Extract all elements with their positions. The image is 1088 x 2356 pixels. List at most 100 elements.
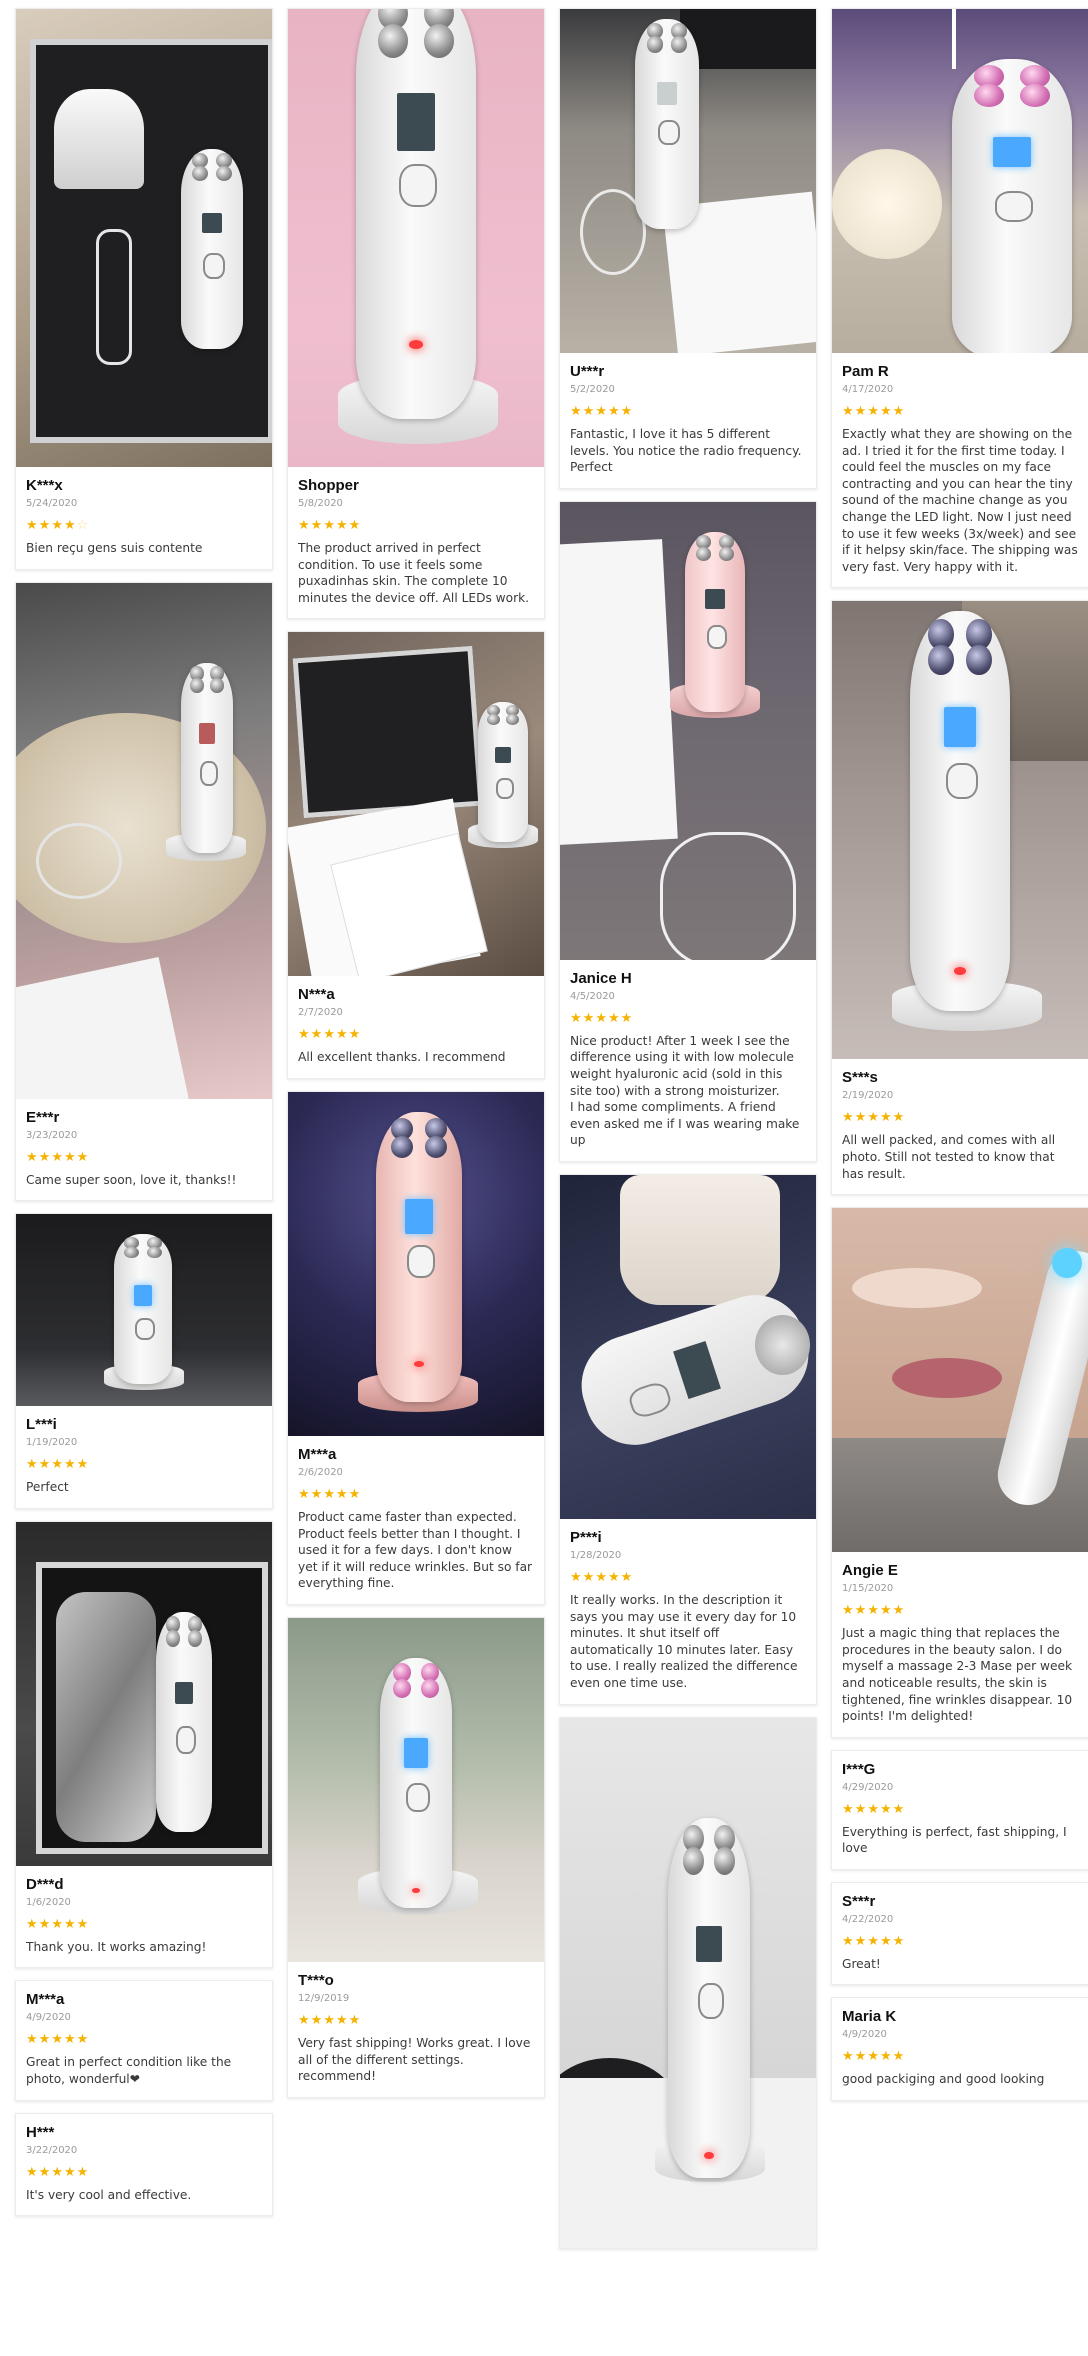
review-photo[interactable] bbox=[16, 9, 272, 467]
review-text: Very fast shipping! Works great. I love … bbox=[298, 2035, 531, 2084]
review-card[interactable]: U***r 5/2/2020 ★★★★★ Fantastic, I love i… bbox=[559, 8, 817, 489]
review-photo[interactable] bbox=[16, 1214, 272, 1407]
star-filled-icon: ★ bbox=[620, 1569, 634, 1585]
star-filled-icon: ★ bbox=[867, 1603, 880, 1619]
review-card[interactable]: E***r 3/23/2020 ★★★★★ Came super soon, l… bbox=[15, 581, 273, 1202]
star-filled-icon: ★ bbox=[51, 1457, 64, 1473]
review-card[interactable] bbox=[559, 1716, 817, 2249]
review-photo[interactable] bbox=[288, 1617, 544, 1962]
review-date: 1/28/2020 bbox=[570, 1549, 622, 1561]
star-filled-icon: ★ bbox=[335, 1486, 349, 1502]
star-filled-icon: ★ bbox=[879, 1603, 893, 1619]
review-card[interactable]: K***x 5/24/2020 ★★★★☆ Bien reçu gens sui… bbox=[15, 8, 273, 570]
star-filled-icon: ★ bbox=[310, 1027, 324, 1043]
review-photo[interactable] bbox=[560, 9, 816, 353]
review-text: Everything is perfect, fast shipping, I … bbox=[842, 1824, 1067, 1856]
review-date: 4/22/2020 bbox=[842, 1913, 894, 1925]
star-filled-icon: ★ bbox=[298, 2012, 311, 2028]
review-card[interactable]: S***s 2/19/2020 ★★★★★ All well packed, a… bbox=[831, 600, 1088, 1196]
star-filled-icon: ★ bbox=[38, 1149, 52, 1165]
review-text: Great in perfect condition like the phot… bbox=[26, 2055, 232, 2086]
reviewer-name: I***G bbox=[842, 1760, 876, 1778]
review-card[interactable]: P***i 1/28/2020 ★★★★★ It really works. I… bbox=[559, 1173, 817, 1705]
reviewer-name: S***r bbox=[842, 1892, 876, 1910]
star-filled-icon: ★ bbox=[323, 518, 336, 533]
star-filled-icon: ★ bbox=[867, 404, 880, 419]
reviewer-name: T***o bbox=[298, 1971, 334, 1989]
review-photo[interactable] bbox=[560, 1174, 816, 1519]
star-filled-icon: ★ bbox=[570, 1010, 583, 1026]
review-card[interactable]: D***d 1/6/2020 ★★★★★ Thank you. It works… bbox=[15, 1520, 273, 1969]
reviewer-name: E***r bbox=[26, 1108, 60, 1126]
reviewer-name: L***i bbox=[26, 1416, 57, 1434]
star-filled-icon: ★ bbox=[26, 2032, 39, 2048]
star-filled-icon: ★ bbox=[892, 1110, 906, 1126]
review-date: 1/6/2020 bbox=[26, 1896, 71, 1908]
review-photo[interactable] bbox=[832, 1208, 1088, 1553]
reviewer-name: S***s bbox=[842, 1069, 878, 1087]
review-date: 3/22/2020 bbox=[26, 2144, 78, 2156]
star-filled-icon: ★ bbox=[298, 1027, 311, 1043]
star-filled-icon: ★ bbox=[76, 1149, 90, 1165]
star-rating: ★★★★★ bbox=[842, 1111, 1078, 1124]
star-rating: ★★★★★ bbox=[298, 519, 534, 532]
review-date: 4/9/2020 bbox=[26, 2012, 71, 2024]
star-filled-icon: ★ bbox=[867, 1801, 880, 1817]
star-filled-icon: ★ bbox=[620, 1010, 634, 1026]
review-photo[interactable] bbox=[16, 582, 272, 1099]
star-filled-icon: ★ bbox=[867, 1110, 880, 1126]
review-photo[interactable] bbox=[560, 501, 816, 960]
review-card[interactable]: Pam R 4/17/2020 ★★★★★ Exactly what they … bbox=[831, 8, 1088, 589]
star-rating: ★★★★★ bbox=[298, 2014, 534, 2027]
review-card[interactable]: M***a 2/6/2020 ★★★★★ Product came faster… bbox=[287, 1090, 545, 1605]
review-date: 12/9/2019 bbox=[298, 1992, 350, 2004]
star-filled-icon: ★ bbox=[842, 2049, 855, 2065]
review-card[interactable]: S***r 4/22/2020 ★★★★★ Great! bbox=[831, 1881, 1088, 1986]
review-card[interactable]: Shopper 5/8/2020 ★★★★★ The product arriv… bbox=[287, 8, 545, 620]
star-filled-icon: ★ bbox=[26, 1149, 39, 1165]
reviewer-name: D***d bbox=[26, 1875, 64, 1893]
star-rating: ★★★★☆ bbox=[26, 519, 262, 532]
review-card[interactable]: Janice H 4/5/2020 ★★★★★ Nice product! Af… bbox=[559, 500, 817, 1162]
review-card[interactable]: L***i 1/19/2020 ★★★★★ Perfect bbox=[15, 1213, 273, 1509]
review-photo[interactable] bbox=[832, 9, 1088, 353]
review-card[interactable]: H*** 3/22/2020 ★★★★★ It's very cool and … bbox=[15, 2112, 273, 2217]
review-wall: K***x 5/24/2020 ★★★★☆ Bien reçu gens sui… bbox=[0, 0, 1088, 2356]
reviewer-name: P***i bbox=[570, 1528, 602, 1546]
star-filled-icon: ★ bbox=[595, 1569, 608, 1585]
review-card[interactable]: M***a 4/9/2020 ★★★★★ Great in perfect co… bbox=[15, 1980, 273, 2101]
review-card[interactable]: I***G 4/29/2020 ★★★★★ Everything is perf… bbox=[831, 1749, 1088, 1870]
review-date: 5/24/2020 bbox=[26, 498, 78, 509]
review-photo[interactable] bbox=[832, 601, 1088, 1060]
star-filled-icon: ★ bbox=[51, 518, 64, 533]
review-date: 2/6/2020 bbox=[298, 1466, 343, 1478]
star-filled-icon: ★ bbox=[620, 404, 634, 419]
star-filled-icon: ★ bbox=[298, 518, 311, 533]
star-filled-icon: ★ bbox=[76, 1457, 90, 1473]
review-photo[interactable] bbox=[560, 1717, 816, 2248]
reviewer-name: N***a bbox=[298, 986, 335, 1004]
review-photo[interactable] bbox=[16, 1521, 272, 1866]
review-photo[interactable] bbox=[288, 632, 544, 977]
star-filled-icon: ★ bbox=[335, 518, 349, 533]
review-card[interactable]: T***o 12/9/2019 ★★★★★ Very fast shipping… bbox=[287, 1616, 545, 2098]
star-filled-icon: ★ bbox=[26, 2164, 39, 2180]
reviewer-name: Shopper bbox=[298, 477, 359, 494]
review-photo[interactable] bbox=[288, 1091, 544, 1436]
review-date: 4/5/2020 bbox=[570, 990, 615, 1002]
star-filled-icon: ★ bbox=[842, 1801, 855, 1817]
review-card[interactable]: Angie E 1/15/2020 ★★★★★ Just a magic thi… bbox=[831, 1207, 1088, 1738]
star-filled-icon: ★ bbox=[348, 1486, 362, 1502]
review-date: 1/19/2020 bbox=[26, 1437, 78, 1449]
review-photo[interactable] bbox=[288, 9, 544, 467]
star-rating: ★★★★★ bbox=[842, 1604, 1078, 1617]
review-card[interactable]: Maria K 4/9/2020 ★★★★★ good packiging an… bbox=[831, 1997, 1088, 2102]
reviewer-name: Janice H bbox=[570, 969, 632, 987]
review-date: 2/19/2020 bbox=[842, 1090, 894, 1102]
star-filled-icon: ★ bbox=[854, 1110, 868, 1126]
star-rating: ★★★★★ bbox=[570, 1571, 806, 1584]
star-filled-icon: ★ bbox=[63, 518, 77, 533]
review-text: Great! bbox=[842, 1956, 881, 1971]
review-card[interactable]: N***a 2/7/2020 ★★★★★ All excellent thank… bbox=[287, 631, 545, 1079]
star-filled-icon: ★ bbox=[595, 1010, 608, 1026]
